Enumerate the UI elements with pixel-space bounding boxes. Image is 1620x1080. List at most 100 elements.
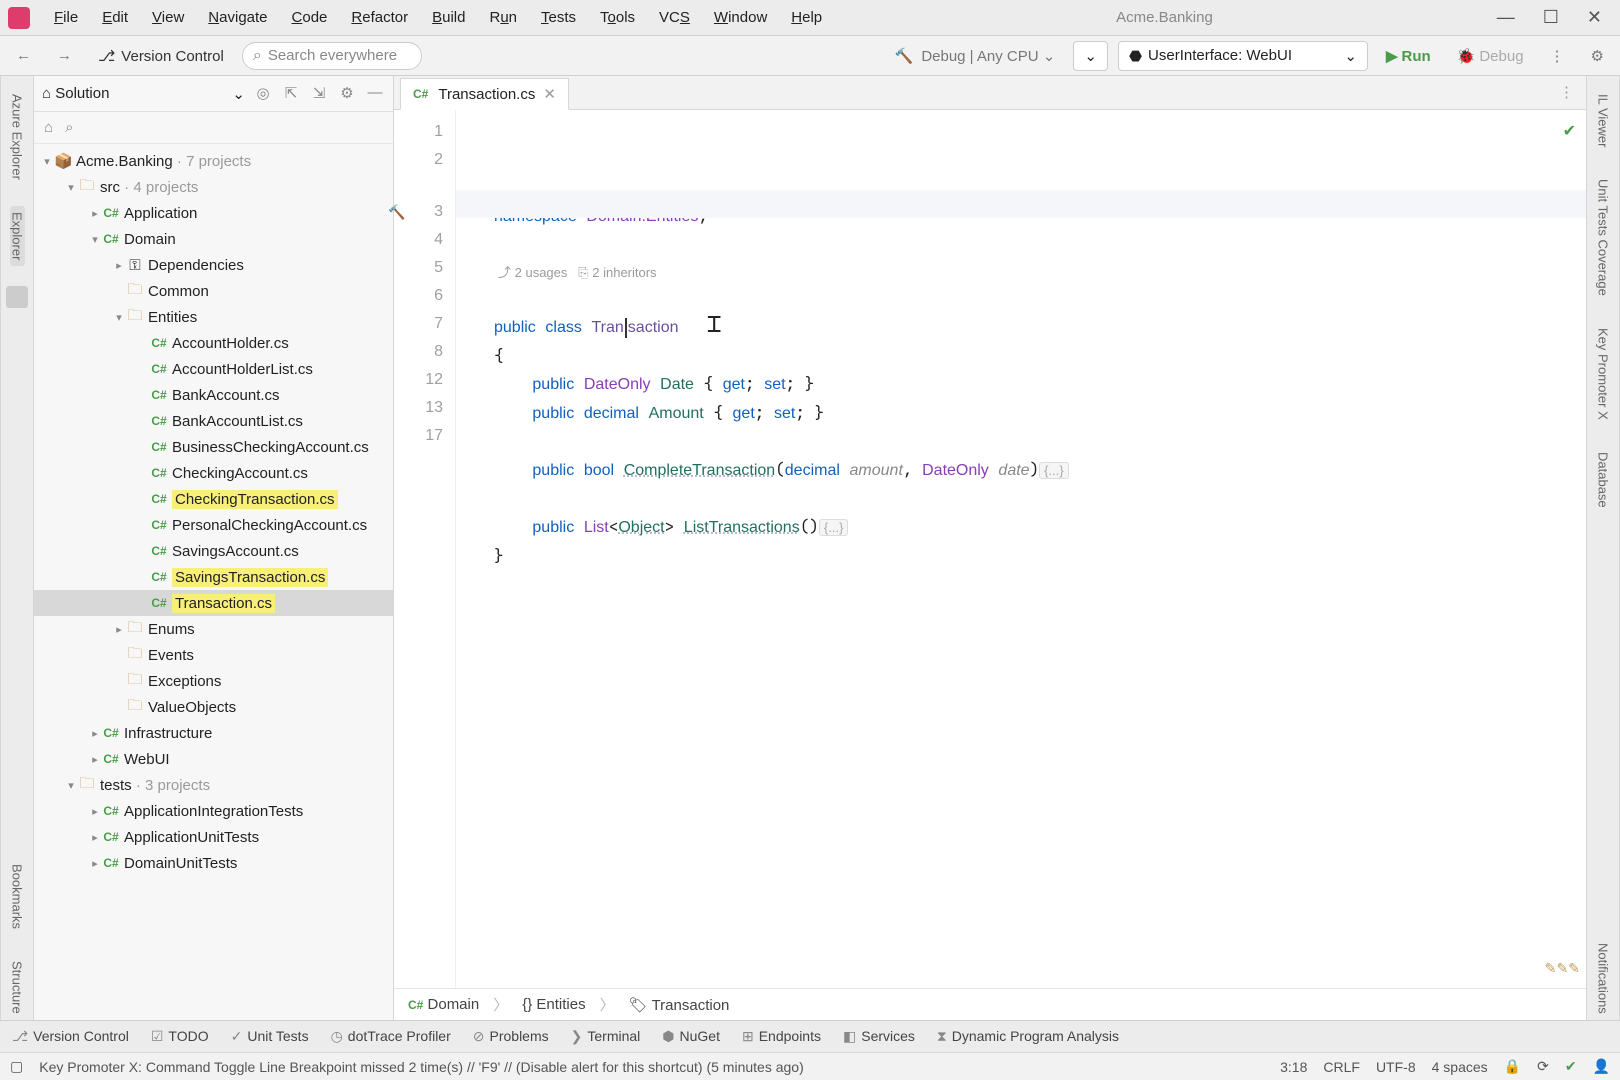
- menu-file[interactable]: File: [44, 5, 88, 30]
- crumb-transaction[interactable]: 🏷 Transaction: [629, 996, 730, 1014]
- status-profile-icon[interactable]: 👤: [1593, 1058, 1610, 1075]
- project-domain[interactable]: ▾C#Domain: [34, 226, 393, 252]
- status-encoding[interactable]: UTF-8: [1376, 1059, 1416, 1075]
- status-sync-icon[interactable]: ⟳: [1537, 1058, 1549, 1075]
- file-checkingaccount[interactable]: C#CheckingAccount.cs: [34, 460, 393, 486]
- nav-back-icon[interactable]: ←: [8, 43, 39, 68]
- bottom-unit-tests[interactable]: Unit Tests: [231, 1028, 309, 1045]
- run-button[interactable]: Run: [1378, 43, 1439, 69]
- file-checkingtransaction[interactable]: C#CheckingTransaction.cs: [34, 486, 393, 512]
- file-bankaccount[interactable]: C#BankAccount.cs: [34, 382, 393, 408]
- bottom-dottrace[interactable]: dotTrace Profiler: [331, 1028, 451, 1045]
- chevron-down-icon: ⌄: [1344, 47, 1357, 65]
- il-viewer-tab[interactable]: IL Viewer: [1596, 88, 1611, 153]
- project-application[interactable]: ▸C#Application: [34, 200, 393, 226]
- menu-navigate[interactable]: Navigate: [198, 5, 277, 30]
- menu-vcs[interactable]: VCS: [649, 5, 700, 30]
- minimize-icon[interactable]: —: [1497, 7, 1515, 28]
- menu-refactor[interactable]: Refactor: [341, 5, 418, 30]
- bottom-problems[interactable]: Problems: [473, 1028, 549, 1045]
- code-editor[interactable]: ✔ namespace Domain.Entities; ⤴ 2 usages …: [456, 110, 1586, 988]
- menu-view[interactable]: View: [142, 5, 194, 30]
- status-caret-pos[interactable]: 3:18: [1280, 1059, 1307, 1075]
- tab-close-icon[interactable]: ✕: [543, 85, 556, 103]
- azure-explorer-tab[interactable]: Azure Explorer: [10, 88, 25, 186]
- project-webui[interactable]: ▸C#WebUI: [34, 746, 393, 772]
- file-personalchecking[interactable]: C#PersonalCheckingAccount.cs: [34, 512, 393, 538]
- file-businesschecking[interactable]: C#BusinessCheckingAccount.cs: [34, 434, 393, 460]
- bottom-terminal[interactable]: Terminal: [571, 1028, 641, 1045]
- bottom-endpoints[interactable]: Endpoints: [742, 1028, 821, 1045]
- project-appinttests[interactable]: ▸C#ApplicationIntegrationTests: [34, 798, 393, 824]
- build-config-dropdown[interactable]: Debug | Any CPU ⌄: [887, 43, 1064, 69]
- structure-tab[interactable]: Structure: [10, 955, 25, 1020]
- close-icon[interactable]: ✕: [1587, 7, 1602, 28]
- menu-tools[interactable]: Tools: [590, 5, 645, 30]
- hide-icon[interactable]: —: [365, 84, 385, 104]
- solution-root[interactable]: ▾📦Acme.Banking · 7 projects: [34, 148, 393, 174]
- folder-src[interactable]: ▾🗀src · 4 projects: [34, 174, 393, 200]
- expand-icon[interactable]: ⇲: [309, 84, 329, 104]
- target-icon[interactable]: ◎: [253, 84, 273, 104]
- unit-tests-coverage-tab[interactable]: Unit Tests Coverage: [1596, 173, 1611, 302]
- gear-icon[interactable]: ⚙: [337, 84, 357, 104]
- nav-forward-icon[interactable]: →: [49, 43, 80, 68]
- menu-help[interactable]: Help: [781, 5, 832, 30]
- tab-more-icon[interactable]: ⋮: [1547, 75, 1586, 109]
- bottom-services[interactable]: Services: [843, 1028, 915, 1045]
- status-lock-icon[interactable]: 🔒: [1504, 1058, 1521, 1075]
- bottom-todo[interactable]: TODO: [151, 1028, 209, 1045]
- project-appunittests[interactable]: ▸C#ApplicationUnitTests: [34, 824, 393, 850]
- bookmarks-tab[interactable]: Bookmarks: [10, 858, 25, 935]
- run-config-dropdown[interactable]: ⬣UserInterface: WebUI⌄: [1118, 41, 1368, 71]
- database-tab[interactable]: Database: [1596, 446, 1611, 514]
- menu-run[interactable]: Run: [479, 5, 527, 30]
- folder-exceptions[interactable]: 🗀Exceptions: [34, 668, 393, 694]
- status-ok-icon[interactable]: ✔: [1565, 1058, 1577, 1075]
- folder-valueobjects[interactable]: 🗀ValueObjects: [34, 694, 393, 720]
- file-savingsaccount[interactable]: C#SavingsAccount.cs: [34, 538, 393, 564]
- bottom-version-control[interactable]: Version Control: [12, 1028, 129, 1045]
- menu-tests[interactable]: Tests: [531, 5, 586, 30]
- collapse-icon[interactable]: ⇱: [281, 84, 301, 104]
- notifications-tab[interactable]: Notifications: [1596, 937, 1611, 1020]
- folder-enums[interactable]: ▸🗀Enums: [34, 616, 393, 642]
- folder-tests[interactable]: ▾🗀tests · 3 projects: [34, 772, 393, 798]
- status-indent[interactable]: 4 spaces: [1432, 1059, 1488, 1075]
- file-savingstransaction[interactable]: C#SavingsTransaction.cs: [34, 564, 393, 590]
- project-domainunittests[interactable]: ▸C#DomainUnitTests: [34, 850, 393, 876]
- folder-common[interactable]: 🗀Common: [34, 278, 393, 304]
- crumb-domain[interactable]: C# Domain: [408, 996, 479, 1013]
- file-bankaccountlist[interactable]: C#BankAccountList.cs: [34, 408, 393, 434]
- file-accountholderlist[interactable]: C#AccountHolderList.cs: [34, 356, 393, 382]
- folder-entities[interactable]: ▾🗀Entities: [34, 304, 393, 330]
- folder-events[interactable]: 🗀Events: [34, 642, 393, 668]
- menu-edit[interactable]: Edit: [92, 5, 138, 30]
- file-transaction[interactable]: C#Transaction.cs: [34, 590, 393, 616]
- explorer-tab[interactable]: Explorer: [10, 206, 25, 266]
- version-control-button[interactable]: Version Control: [90, 43, 232, 69]
- crumb-entities[interactable]: {} Entities: [522, 996, 585, 1013]
- home-icon[interactable]: ⌂: [44, 119, 53, 136]
- explorer-icon[interactable]: [6, 286, 28, 308]
- bottom-dpa[interactable]: Dynamic Program Analysis: [937, 1028, 1119, 1045]
- key-promoter-tab[interactable]: Key Promoter X: [1596, 322, 1611, 426]
- debug-button[interactable]: Debug: [1449, 43, 1532, 69]
- maximize-icon[interactable]: ☐: [1543, 7, 1559, 28]
- solution-dropdown-icon[interactable]: ⌄: [232, 85, 245, 103]
- bottom-nuget[interactable]: NuGet: [662, 1028, 720, 1045]
- search-icon[interactable]: ⌕: [65, 119, 73, 136]
- folder-dependencies[interactable]: ▸⚿Dependencies: [34, 252, 393, 278]
- file-accountholder[interactable]: C#AccountHolder.cs: [34, 330, 393, 356]
- solution-header[interactable]: Solution: [42, 85, 224, 102]
- more-icon[interactable]: ⋮: [1542, 43, 1573, 69]
- settings-icon[interactable]: ⚙: [1583, 43, 1612, 69]
- menu-build[interactable]: Build: [422, 5, 475, 30]
- menu-code[interactable]: Code: [282, 5, 338, 30]
- project-infrastructure[interactable]: ▸C#Infrastructure: [34, 720, 393, 746]
- status-eol[interactable]: CRLF: [1323, 1059, 1360, 1075]
- search-everywhere-input[interactable]: Search everywhere: [242, 42, 422, 70]
- menu-window[interactable]: Window: [704, 5, 777, 30]
- build-dropdown-button[interactable]: ⌄: [1073, 41, 1108, 71]
- editor-tab-transaction[interactable]: C# Transaction.cs ✕: [400, 78, 569, 110]
